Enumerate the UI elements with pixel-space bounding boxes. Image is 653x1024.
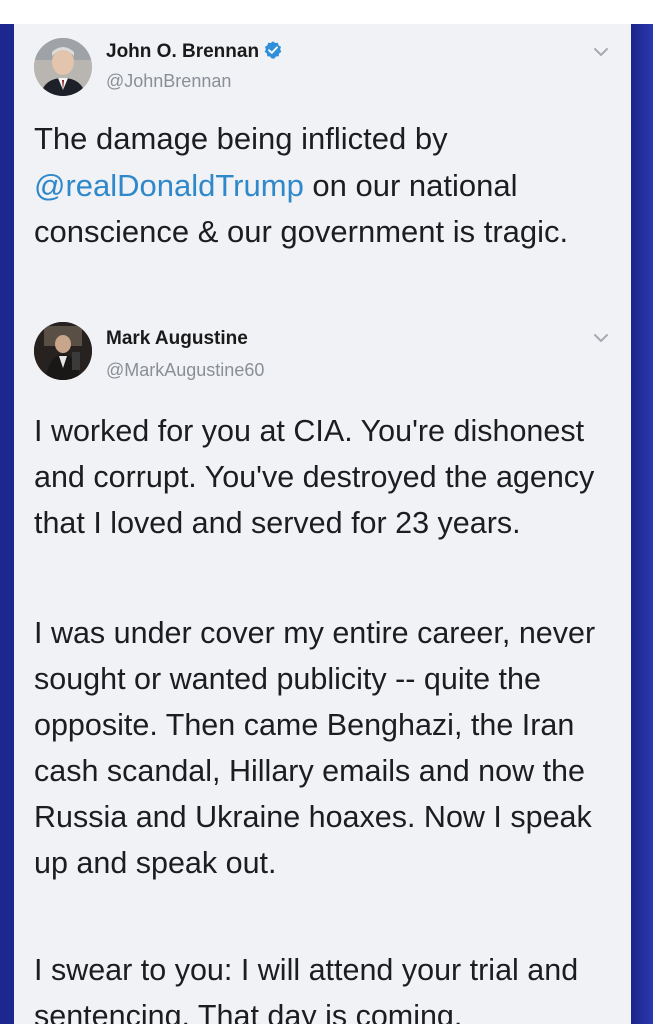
display-name[interactable]: John O. Brennan [106,40,283,63]
tweet-text: The damage being inflicted by @realDonal… [34,116,624,256]
display-name-text: John O. Brennan [106,41,260,62]
avatar-portrait [34,322,92,380]
chevron-down-icon[interactable] [592,332,610,344]
verified-badge-icon [264,41,282,59]
right-border [631,24,653,1024]
left-border [0,24,14,1024]
avatar[interactable] [34,38,92,96]
tweet-text-start: The damage being inflicted by [34,121,448,156]
avatar-portrait [34,38,92,96]
tweet-paragraph: I swear to you: I will attend your trial… [34,953,579,1024]
mention-link[interactable]: @realDonaldTrump [34,168,304,203]
chevron-down-icon[interactable] [592,46,610,58]
handle[interactable]: @MarkAugustine60 [106,360,264,381]
tweet-paragraph: I was under cover my entire career, neve… [34,616,596,880]
display-name[interactable]: Mark Augustine [106,328,248,350]
avatar[interactable] [34,322,92,380]
tweet-thread: John O. Brennan @JohnBrennan The damage … [14,24,631,1024]
handle[interactable]: @JohnBrennan [106,71,231,92]
tweet-paragraph: I worked for you at CIA. You're dishones… [34,414,595,540]
